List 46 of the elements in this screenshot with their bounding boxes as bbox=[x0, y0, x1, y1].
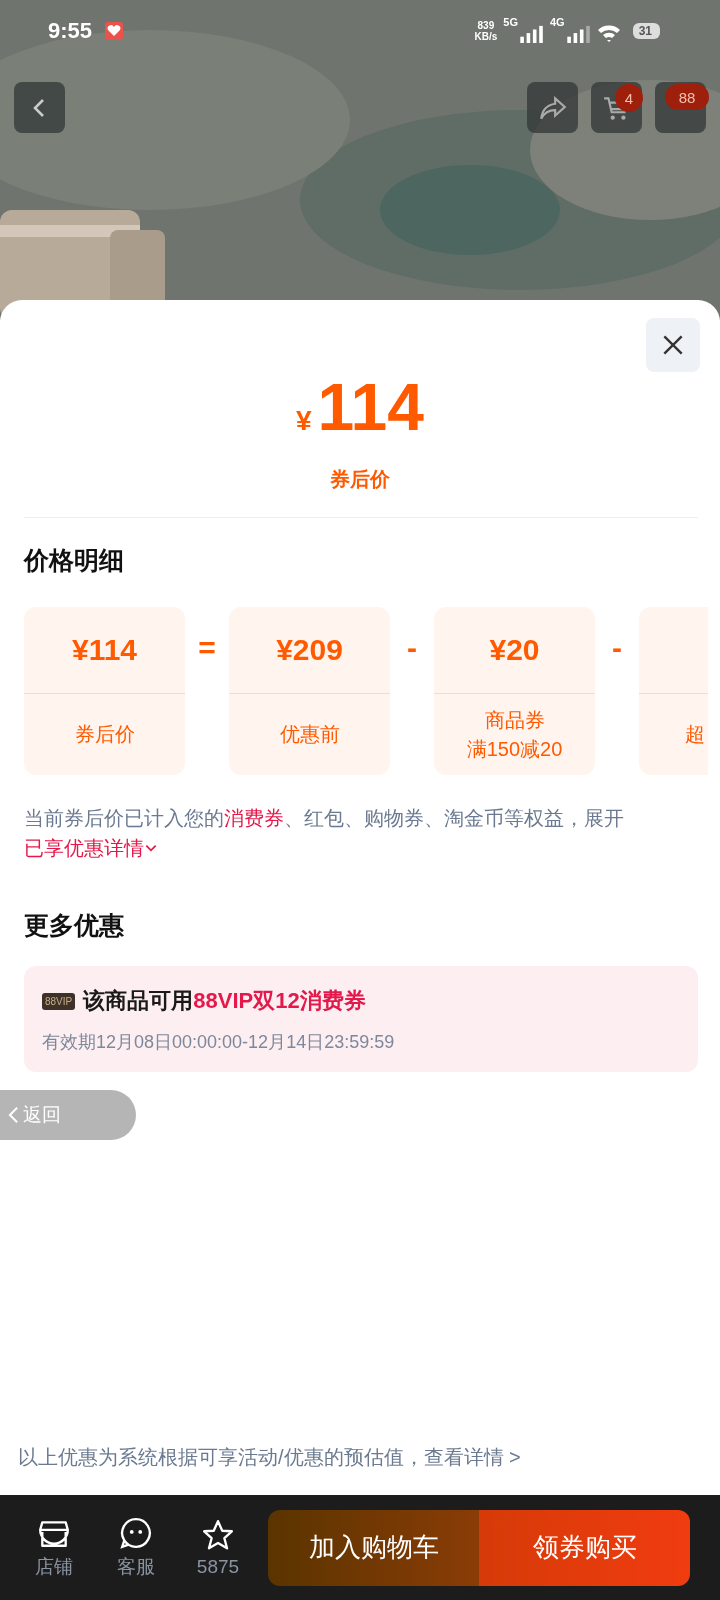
share-button[interactable] bbox=[527, 82, 578, 133]
card-label: 优惠前 bbox=[279, 722, 340, 747]
card-price: ¥114 bbox=[71, 633, 138, 667]
back-icon bbox=[8, 1106, 19, 1124]
cart-button[interactable]: 4 bbox=[591, 82, 642, 133]
coupon-title: 该商品可用88VIP双12消费券 bbox=[83, 987, 366, 1015]
speed-unit: KB/s bbox=[474, 31, 498, 42]
buy-button[interactable]: 领券购买 bbox=[479, 1509, 690, 1586]
operator-sign: - bbox=[406, 631, 418, 665]
message-count-badge: 88 bbox=[665, 84, 709, 110]
section-title: 更多优惠 bbox=[24, 910, 125, 941]
card-label: 券后价 bbox=[74, 722, 135, 747]
back-button[interactable] bbox=[14, 82, 65, 133]
final-price: ¥114 bbox=[295, 372, 425, 446]
operator-sign: = bbox=[197, 631, 217, 665]
card-price: ¥209 bbox=[276, 633, 343, 667]
battery-level: 31 bbox=[632, 23, 660, 39]
shop-button[interactable]: 店铺 bbox=[28, 1515, 80, 1580]
network-type: 5G bbox=[503, 16, 518, 28]
card-price: ¥20 bbox=[489, 633, 540, 667]
card-sublabel: 满150减20 bbox=[466, 736, 563, 762]
card-label: 商品券 bbox=[484, 707, 545, 733]
section-title: 价格明细 bbox=[24, 545, 125, 576]
vip-badge: 88VIP bbox=[42, 992, 76, 1010]
card-label: 超 bbox=[685, 722, 705, 747]
status-time: 9:55 bbox=[48, 18, 93, 44]
favorite-button[interactable]: 5875 bbox=[192, 1517, 244, 1578]
estimate-note-link[interactable]: 以上优惠为系统根据可享活动/优惠的预估值，查看详情 > bbox=[18, 1444, 700, 1471]
close-button[interactable] bbox=[646, 318, 700, 372]
price-note: 当前券后价已计入您的消费券、红包、购物券、淘金币等权益，展开 已享优惠详情 bbox=[24, 806, 625, 861]
more-button[interactable]: 88 bbox=[655, 82, 706, 133]
cart-count-badge: 4 bbox=[615, 84, 643, 112]
star-icon bbox=[201, 1517, 235, 1552]
network-speed: 839 bbox=[477, 20, 495, 31]
discount-details-link[interactable]: 已享优惠详情 bbox=[24, 837, 158, 859]
signal-icon bbox=[566, 25, 591, 43]
app-notification-icon bbox=[104, 21, 125, 41]
customer-service-button[interactable]: 客服 bbox=[110, 1515, 162, 1580]
chat-bubble-icon bbox=[119, 1515, 153, 1550]
wifi-icon bbox=[596, 23, 623, 43]
price-label: 券后价 bbox=[330, 467, 390, 492]
network-type: 4G bbox=[549, 16, 565, 28]
coupon-validity: 有效期12月08日00:00:00-12月14日23:59:59 bbox=[42, 1031, 396, 1054]
operator-sign: - bbox=[611, 631, 623, 665]
add-to-cart-button[interactable]: 加入购物车 bbox=[268, 1509, 479, 1586]
signal-icon bbox=[519, 25, 544, 43]
